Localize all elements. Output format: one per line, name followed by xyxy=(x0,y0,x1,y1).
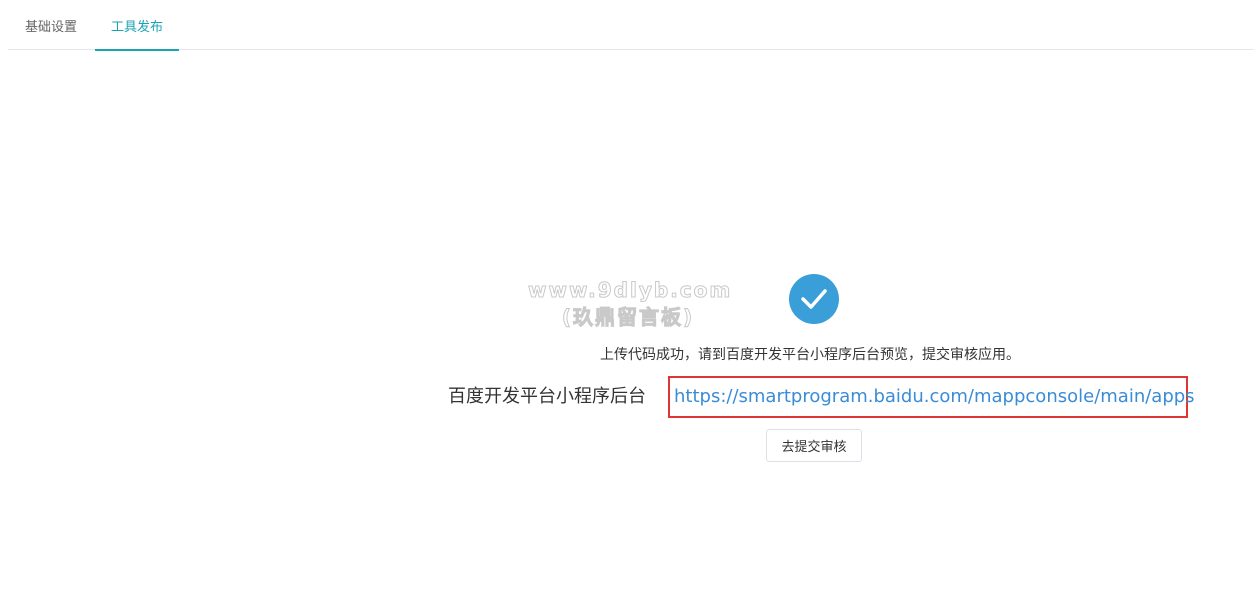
success-message: 上传代码成功，请到百度开发平台小程序后台预览，提交审核应用。 xyxy=(600,347,1020,363)
tab-basic-settings[interactable]: 基础设置 xyxy=(8,0,94,50)
watermark: www.9dlyb.com (玖鼎留言板) xyxy=(528,278,733,332)
tab-bar: 基础设置 工具发布 xyxy=(8,0,1254,51)
console-link[interactable]: https://smartprogram.baidu.com/mappconso… xyxy=(674,383,1195,411)
submit-review-button[interactable]: 去提交审核 xyxy=(766,429,862,462)
watermark-site-name: (玖鼎留言板) xyxy=(561,305,695,330)
active-tab-indicator xyxy=(95,49,179,51)
watermark-url: www.9dlyb.com xyxy=(528,278,733,303)
check-circle-icon xyxy=(789,274,839,324)
tab-tool-publish-label: 工具发布 xyxy=(110,20,163,35)
checkmark-icon xyxy=(801,289,827,309)
console-link-label: 百度开发平台小程序后台 xyxy=(448,386,646,407)
tab-tool-publish[interactable]: 工具发布 xyxy=(95,0,179,51)
console-link-row: 百度开发平台小程序后台 xyxy=(448,383,646,411)
